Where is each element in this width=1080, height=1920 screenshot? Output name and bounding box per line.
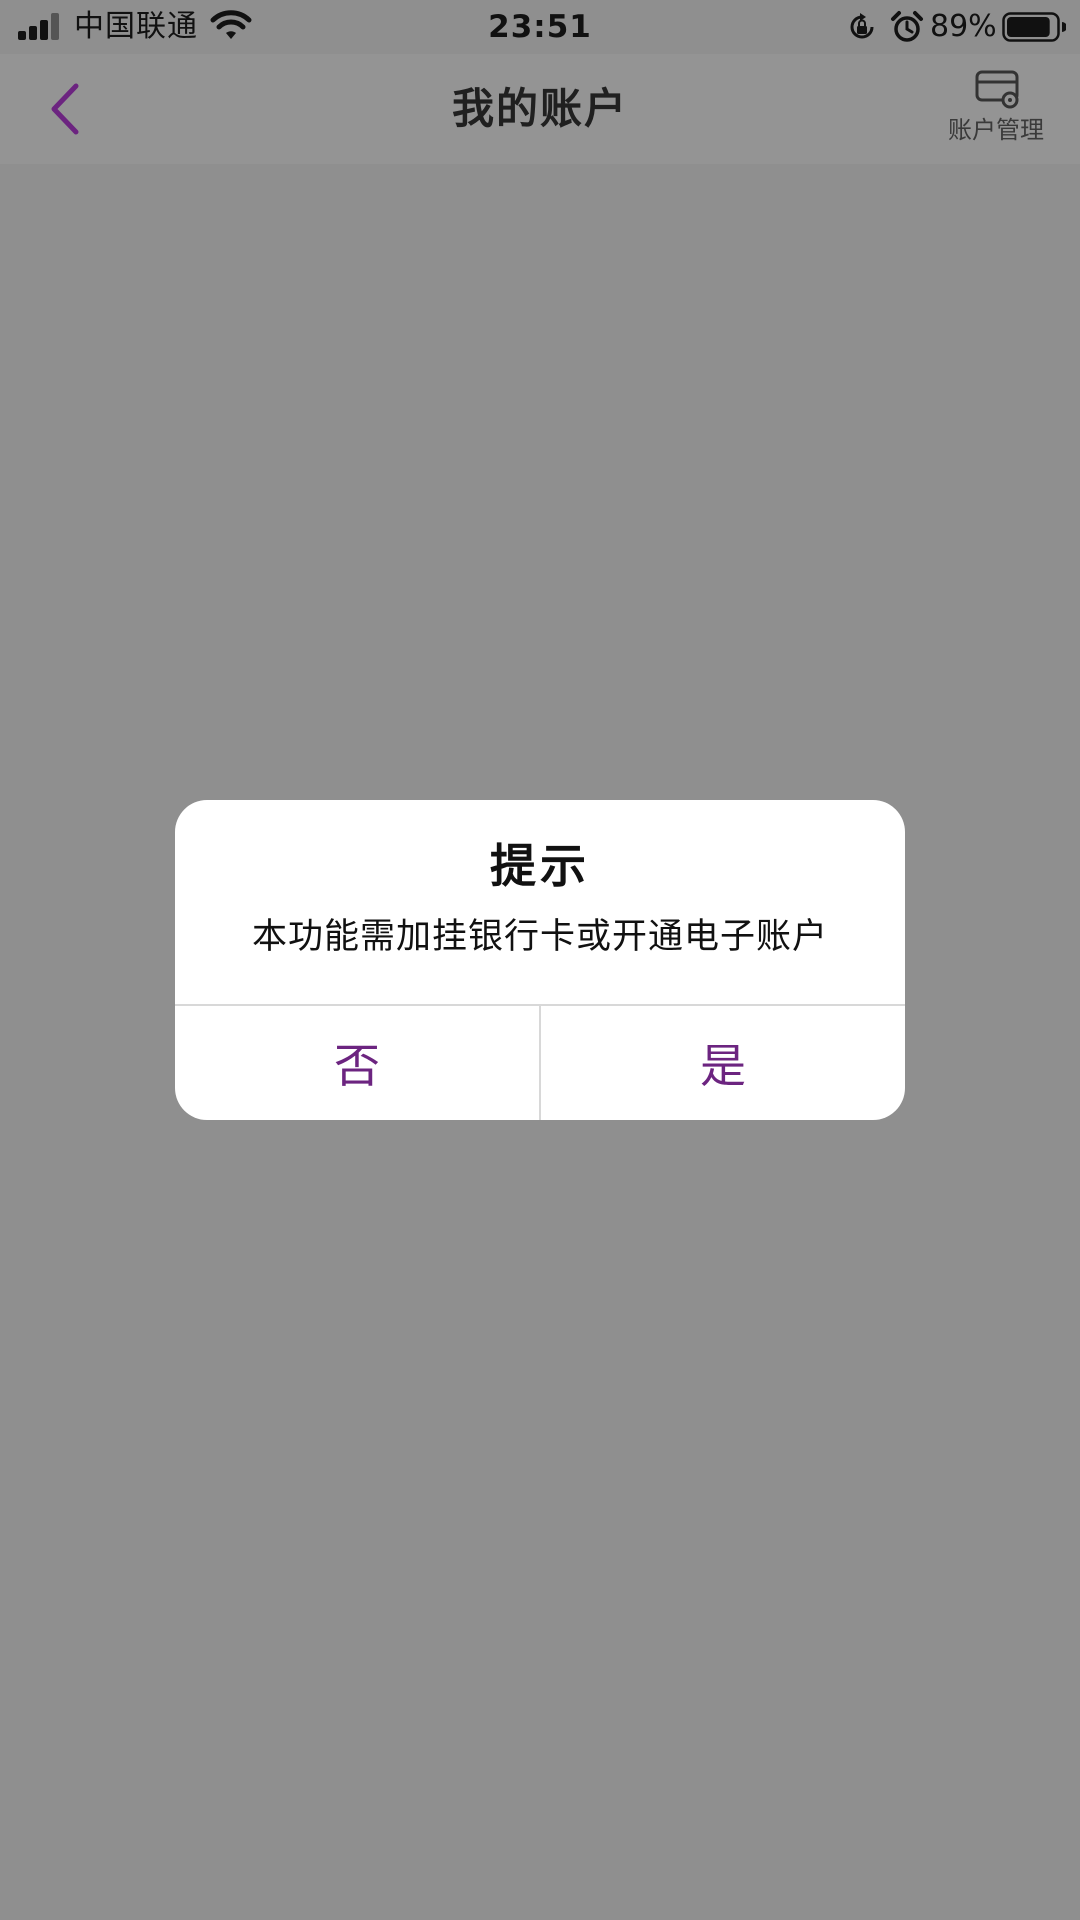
page-title: 我的账户 — [451, 84, 628, 133]
battery-icon — [1002, 12, 1066, 42]
card-settings-icon — [975, 70, 1019, 109]
alarm-icon — [891, 11, 923, 42]
cancel-button[interactable]: 否 — [175, 1006, 539, 1120]
status-bar: 中国联通 23:51 89% — [0, 0, 1080, 54]
nav-bar: 我的账户 账户管理 — [0, 54, 1080, 164]
account-manage-label: 账户管理 — [948, 116, 1044, 144]
dialog-title: 提示 — [490, 839, 590, 893]
rotation-lock-icon — [850, 13, 874, 39]
battery-percent: 89% — [930, 9, 997, 44]
confirm-button[interactable]: 是 — [541, 1006, 905, 1120]
dialog-message: 本功能需加挂银行卡或开通电子账户 — [251, 917, 828, 957]
alert-dialog: 提示 本功能需加挂银行卡或开通电子账户 否 是 — [175, 800, 905, 1120]
account-manage-button[interactable]: 账户管理 — [936, 68, 1056, 154]
